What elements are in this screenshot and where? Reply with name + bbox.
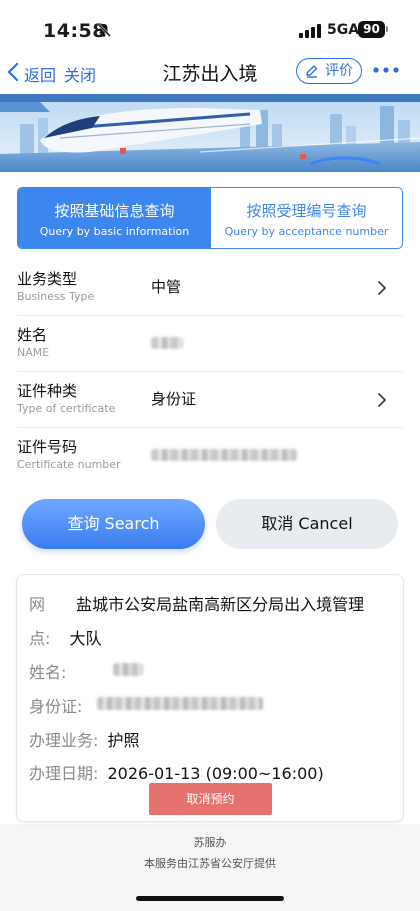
name-label: 姓名 [17, 326, 48, 344]
nav-bar: 返回 关闭 江苏出入境 评价 [0, 58, 420, 94]
cert-number-label: 证件号码 [17, 438, 78, 456]
tab-acceptance-number-sublabel: Query by acceptance number [224, 225, 389, 238]
battery-tip [386, 26, 388, 32]
office-line-2: 点: 大队 [29, 625, 102, 649]
result-date-value: 2026-01-13 (09:00~16:00) [107, 764, 324, 783]
business-line: 办理业务: 护照 [29, 727, 140, 751]
id-line: 身份证: [29, 693, 82, 717]
cancel-appointment-button[interactable]: 取消预约 [149, 783, 272, 815]
header-banner-image [0, 94, 420, 172]
footer-provider: 本服务由江苏省公安厅提供 [144, 857, 276, 870]
chevron-right-icon [377, 392, 387, 412]
name-row[interactable]: 姓名 NAME [17, 316, 403, 372]
cert-type-label: 证件种类 [17, 382, 78, 400]
rate-button[interactable]: 评价 [296, 58, 362, 84]
office-value: 盐城市公安局盐南高新区分局出入境管理 [76, 595, 365, 614]
query-mode-tabs: 按照基础信息查询 Query by basic information 按照受理… [17, 187, 403, 249]
result-id-label: 身份证: [29, 697, 83, 716]
office-label: 网 [29, 595, 46, 614]
rate-label: 评价 [325, 63, 353, 79]
result-business-value: 护照 [107, 731, 140, 750]
result-business-label: 办理业务: [29, 731, 99, 750]
cert-type-row[interactable]: 证件种类 Type of certificate 身份证 [17, 372, 403, 428]
tab-basic-info[interactable]: 按照基础信息查询 Query by basic information [18, 188, 211, 248]
cert-type-value: 身份证 [151, 390, 197, 408]
name-input-redacted[interactable] [151, 337, 183, 349]
business-type-sublabel: Business Type [17, 290, 95, 303]
office-value-cont: 大队 [69, 629, 102, 648]
network-type: 5GA [327, 22, 360, 38]
name-line: 姓名: [29, 659, 66, 683]
cert-number-sublabel: Certificate number [17, 458, 121, 471]
mute-bell-icon [96, 22, 112, 42]
result-date-label: 办理日期: [29, 764, 99, 783]
cancel-button[interactable]: 取消 Cancel [216, 499, 398, 549]
cert-number-row[interactable]: 证件号码 Certificate number [17, 428, 403, 484]
office-line-1: 网 盐城市公安局盐南高新区分局出入境管理 [29, 591, 364, 615]
business-type-label: 业务类型 [17, 270, 78, 288]
status-bar: 14:58 5GA 90 [0, 0, 420, 58]
name-sublabel: NAME [17, 346, 50, 359]
query-form-card: 按照基础信息查询 Query by basic information 按照受理… [0, 172, 420, 824]
footer-brand: 苏服办 [193, 836, 227, 849]
battery-icon: 90 [358, 21, 385, 38]
signal-icon [299, 23, 321, 42]
business-type-row[interactable]: 业务类型 Business Type 中管 [17, 260, 403, 316]
appointment-result-card: 网 盐城市公安局盐南高新区分局出入境管理 点: 大队 姓名: 身份证: 办理业务… [16, 574, 404, 822]
tab-acceptance-number[interactable]: 按照受理编号查询 Query by acceptance number [211, 188, 402, 248]
cert-type-sublabel: Type of certificate [17, 402, 116, 415]
tab-acceptance-number-label: 按照受理编号查询 [246, 202, 367, 220]
footer: 苏服办 本服务由江苏省公安厅提供 [0, 830, 420, 871]
result-id-redacted [97, 697, 263, 710]
cert-number-input-redacted[interactable] [151, 449, 297, 461]
date-line: 办理日期: 2026-01-13 (09:00~16:00) [29, 760, 324, 784]
more-icon[interactable] [372, 62, 400, 82]
business-type-value: 中管 [151, 278, 182, 296]
result-name-label: 姓名: [29, 663, 67, 682]
result-name-redacted [113, 663, 143, 676]
office-label-cont: 点: [29, 629, 51, 648]
edit-icon [306, 65, 318, 78]
chevron-right-icon [377, 280, 387, 300]
search-button[interactable]: 查询 Search [22, 499, 205, 549]
tab-basic-info-label: 按照基础信息查询 [54, 202, 175, 220]
home-indicator [136, 896, 284, 901]
tab-basic-info-sublabel: Query by basic information [39, 225, 190, 238]
